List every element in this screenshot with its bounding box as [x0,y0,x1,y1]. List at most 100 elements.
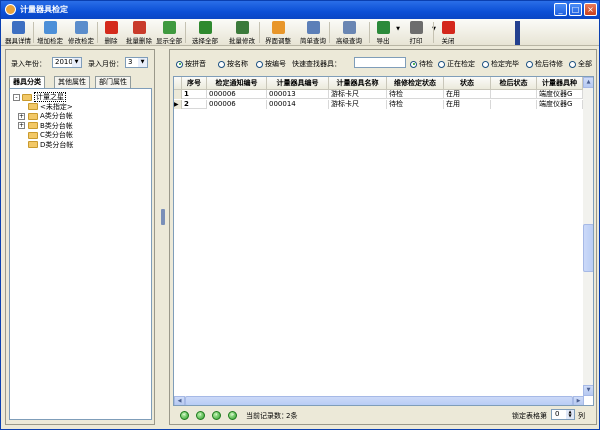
table-cell[interactable]: 2 [182,100,207,109]
radio-icon[interactable] [569,60,576,68]
collapse-icon[interactable]: - [13,93,20,101]
status-radio-3[interactable]: 检后待修 [526,59,563,69]
lock-columns-stepper[interactable]: 0 ▲ ▼ [551,409,575,420]
expand-icon[interactable]: + [18,122,25,129]
first-record-icon[interactable]: « [180,411,189,420]
current-row-indicator-icon[interactable]: ▶ [174,100,182,109]
table-cell[interactable]: 端度仪器G [537,90,583,99]
toolbar-overflow-grip[interactable] [515,21,520,45]
table-cell[interactable]: 在用 [444,100,491,109]
status-radio-0[interactable]: 待检 [410,59,433,69]
splitter-handle[interactable] [161,209,165,225]
column-header[interactable]: 计量器具名称 [329,77,387,90]
table-cell[interactable]: 000006 [207,100,267,109]
radio-icon[interactable] [438,60,445,68]
toolbar-button-8[interactable]: 界面调整 [261,20,295,45]
toolbar-button-4[interactable]: 批量删除 [125,20,153,45]
column-header[interactable]: 状态 [444,77,491,90]
window-close-button[interactable]: × [584,3,597,16]
toolbar-button-label: 显示全部 [156,37,182,45]
radio-icon[interactable] [482,60,489,68]
table-cell[interactable]: 000013 [267,90,329,99]
toolbar-button-12[interactable]: 打印 ▼ [401,20,436,45]
sort-radio-2[interactable]: 按编号 [256,59,286,69]
radio-icon[interactable] [218,60,225,68]
expand-icon[interactable]: + [18,112,25,120]
column-header[interactable]: 计量器具种 [537,77,583,90]
scroll-right-icon[interactable]: ▶ [573,396,584,405]
toolbar-button-9[interactable]: 简单查询 [297,20,329,45]
toolbar-button-13[interactable]: 关闭 [435,20,461,45]
column-header[interactable]: 维修检定状态 [387,77,444,90]
folder-icon [28,122,38,129]
tree-node[interactable]: 计量之星 [22,92,66,102]
table-row[interactable]: 1 000006 000013 游标卡尺 待检 在用 端度仪器G [174,90,583,99]
column-header[interactable]: 检定通知编号 [207,77,267,90]
table-cell[interactable]: 在用 [444,90,491,99]
year-select[interactable]: 2010 ▼ [52,57,82,68]
sort-radio-1[interactable]: 按名称 [218,59,248,69]
radio-icon[interactable] [176,60,183,68]
column-header[interactable]: 序号 [182,77,207,90]
toolbar-button-6[interactable]: 选择全部 [187,20,223,45]
tree-node[interactable]: A类分台帐 [28,111,73,121]
next-record-icon[interactable]: › [212,411,221,420]
toolbar-button-7[interactable]: 批量修改 [225,20,259,45]
tab-other-attributes[interactable]: 其他属性 [54,76,90,88]
table-cell[interactable]: 待检 [387,90,444,99]
table-cell[interactable]: 000014 [267,100,329,109]
prev-record-icon[interactable]: ‹ [196,411,205,420]
table-cell[interactable]: 000006 [207,90,267,99]
tree-node[interactable]: C类分台帐 [28,130,73,140]
sort-radio-0[interactable]: 按拼音 [176,59,206,69]
maximize-button[interactable]: □ [569,3,582,16]
tab-department-attributes[interactable]: 部门属性 [95,76,131,88]
vertical-scrollbar[interactable]: ▲ ▼ [583,77,593,396]
table-cell[interactable] [491,100,537,109]
tree-node[interactable]: <未指定> [28,102,73,112]
tree-node[interactable]: D类分台帐 [28,140,73,150]
toolbar-button-11[interactable]: 导出 ▼ [371,20,400,45]
vertical-scroll-thumb[interactable] [583,224,593,272]
radio-icon[interactable] [256,60,263,68]
table-cell[interactable]: 待检 [387,100,444,109]
title-bar: 计量器具检定 _ □ × [1,1,599,19]
toolbar-separator [329,22,330,43]
toolbar-button-10[interactable]: 高级查询 [331,20,367,45]
quick-search-input[interactable] [354,57,406,68]
column-header[interactable]: 计量器具编号 [267,77,329,90]
radio-icon[interactable] [526,60,533,68]
table-row[interactable]: ▶ 2 000006 000014 游标卡尺 待检 在用 端度仪器G [174,100,583,109]
month-select[interactable]: 3 ▼ [125,57,148,68]
table-cell[interactable]: 游标卡尺 [329,90,387,99]
status-radio-4[interactable]: 全部 [569,59,592,69]
scroll-left-icon[interactable]: ◀ [174,396,185,405]
toolbar-button-1[interactable]: 增加检定 [35,20,65,45]
table-cell[interactable] [491,90,537,99]
row-header[interactable] [174,90,182,99]
last-record-icon[interactable]: » [228,411,237,420]
stepper-arrows-icon[interactable]: ▲ ▼ [566,410,574,419]
minimize-button[interactable]: _ [554,3,567,16]
column-header[interactable]: 检后状态 [491,77,537,90]
table-cell[interactable]: 端度仪器G [537,100,583,109]
tree-node[interactable]: B类分台帐 [28,121,73,131]
table-cell[interactable]: 1 [182,90,207,99]
radio-icon[interactable] [410,60,417,68]
status-radio-2[interactable]: 检定完毕 [482,59,519,69]
toolbar-button-0[interactable]: 器具详情 [3,20,33,45]
table-cell[interactable]: 游标卡尺 [329,100,387,109]
show-all-icon [162,21,176,34]
scroll-up-icon[interactable]: ▲ [583,77,593,88]
horizontal-scrollbar[interactable]: ◀ ▶ [174,396,584,405]
status-radio-1[interactable]: 正在检定 [438,59,475,69]
toolbar-button-2[interactable]: 修改检定 [65,20,97,45]
horizontal-scroll-thumb[interactable] [185,396,573,405]
toolbar-button-3[interactable]: 删除 [99,20,123,45]
chevron-down-icon[interactable]: ▼ [396,26,400,32]
grid-corner [174,77,182,90]
scroll-down-icon[interactable]: ▼ [583,385,593,396]
toolbar-button-5[interactable]: 显示全部 [153,20,185,45]
radio-label: 按编号 [265,60,286,68]
pane-splitter[interactable] [160,49,166,425]
